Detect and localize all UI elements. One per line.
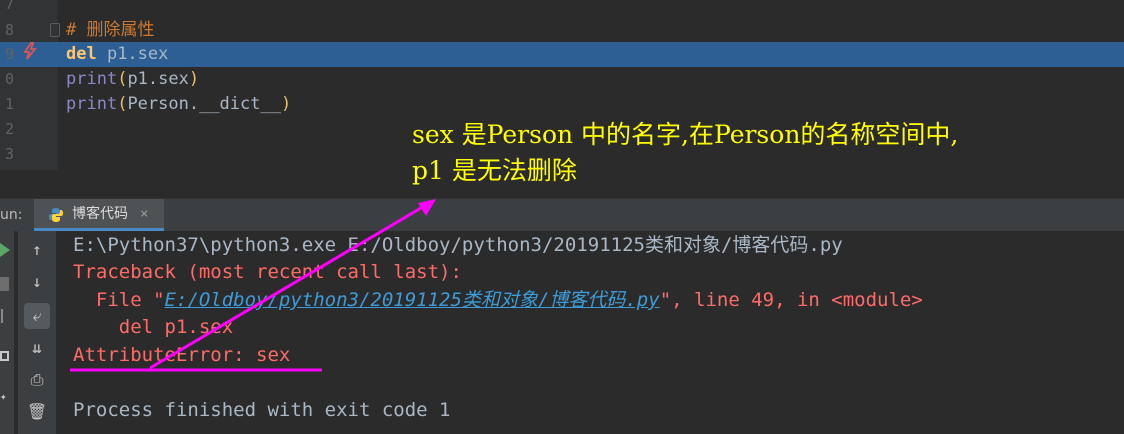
run-console-output[interactable]: E:\Python37\python3.exe E:/Oldboy/python… [57, 231, 1124, 434]
line-number: 8 [4, 21, 14, 39]
code-comment: # 删除属性 [66, 20, 155, 40]
console-toolbar: ↑ ↓ ⤶ ⇊ ⎙ 🗑 [18, 231, 56, 434]
line-number: 7 [4, 0, 14, 13]
error-message: AttributeError: sex [73, 344, 291, 366]
close-icon[interactable]: × [140, 199, 148, 229]
code-line[interactable]: 7 [0, 0, 1124, 17]
run-label: un: [0, 207, 23, 223]
layout-icon[interactable] [0, 351, 9, 361]
lightning-icon[interactable] [22, 42, 40, 67]
fold-icon[interactable] [50, 23, 60, 37]
print-icon[interactable]: ⎙ [24, 367, 50, 393]
run-tab-label: 博客代码 [72, 206, 128, 222]
scroll-to-end-icon[interactable]: ⇊ [24, 335, 50, 361]
code-line[interactable]: 0 print(p1.sex) [0, 67, 1124, 92]
run-tool-window-header: un: 博客代码 × [0, 198, 1124, 232]
file-link[interactable]: E:/Oldboy/python3/20191125类和对象/博客代码.py [165, 289, 660, 311]
left-toolbar-strip: ✦ [0, 231, 15, 434]
traceback-header: Traceback (most recent call last): [73, 261, 462, 283]
line-number: 0 [4, 70, 14, 88]
code-text: print(Person.__dict__) [66, 94, 292, 114]
code-text: print(p1.sex) [66, 69, 200, 89]
python-icon [48, 207, 64, 223]
rerun-icon[interactable] [0, 243, 10, 257]
traceback-code-line: del p1.sex [73, 316, 234, 338]
traceback-file-line: File "E:/Oldboy/python3/20191125类和对象/博客代… [73, 289, 923, 311]
process-finished-message: Process finished with exit code 1 [73, 399, 451, 421]
line-number: 1 [4, 95, 14, 113]
code-line[interactable]: 1 print(Person.__dict__) [0, 92, 1124, 117]
pin-icon[interactable]: ✦ [0, 391, 9, 403]
stop-icon[interactable] [0, 277, 9, 291]
trash-icon[interactable]: 🗑 [24, 399, 50, 425]
annotation-line-2: p1 是无法删除 [412, 156, 577, 185]
down-arrow-icon[interactable]: ↓ [24, 269, 50, 295]
up-arrow-icon[interactable]: ↑ [24, 237, 50, 263]
code-line-current[interactable]: 9 del p1.sex [0, 42, 1124, 67]
code-line[interactable]: 8 # 删除属性 [0, 18, 1124, 43]
line-number: 2 [4, 120, 14, 138]
line-number: 3 [4, 145, 14, 163]
soft-wrap-icon[interactable]: ⤶ [24, 303, 50, 329]
run-tab[interactable]: 博客代码 × [34, 199, 164, 231]
annotation-line-1: sex 是Person 中的名字,在Person的名称空间中, [412, 120, 959, 149]
line-number: 9 [4, 45, 14, 63]
code-text: del p1.sex [66, 44, 169, 64]
command-line: E:\Python37\python3.exe E:/Oldboy/python… [73, 234, 843, 256]
divider [1, 309, 3, 323]
